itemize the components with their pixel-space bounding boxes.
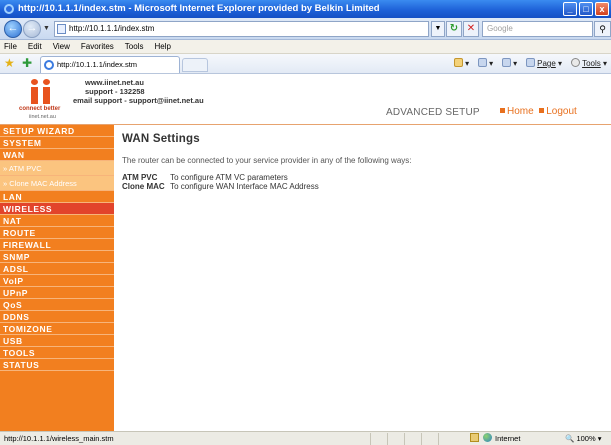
- contact-info: www.iinet.net.au support - 132258 email …: [73, 78, 204, 105]
- logo-tagline: connect better: [19, 106, 61, 112]
- sidebar-item-wireless[interactable]: WIRELESS: [0, 203, 114, 215]
- tab-index[interactable]: http://10.1.1.1/index.stm: [40, 56, 180, 73]
- sidebar-item-adsl[interactable]: ADSL: [0, 263, 114, 275]
- main-content: WAN Settings The router can be connected…: [114, 125, 611, 431]
- close-button[interactable]: x: [595, 2, 609, 16]
- feeds-icon: [478, 58, 488, 67]
- address-input[interactable]: http://10.1.1.1/index.stm: [54, 21, 429, 37]
- tools-menu[interactable]: Tools ▾: [571, 58, 607, 70]
- window-title-bar: http://10.1.1.1/index.stm - Microsoft In…: [0, 0, 611, 18]
- page-menu[interactable]: Page ▾: [526, 58, 562, 70]
- logout-link[interactable]: Logout: [546, 106, 577, 117]
- sidebar-item-nat[interactable]: NAT: [0, 215, 114, 227]
- sidebar-nav: SETUP WIZARD SYSTEM WAN » ATM PVC » Clon…: [0, 125, 114, 431]
- sidebar-item-tools[interactable]: TOOLS: [0, 347, 114, 359]
- tab-bar: ★ ✚ http://10.1.1.1/index.stm ▾ ▾ ▾ Page…: [0, 54, 611, 74]
- sidebar-item-clone-mac[interactable]: » Clone MAC Address: [0, 176, 114, 191]
- sidebar-item-qos[interactable]: QoS: [0, 299, 114, 311]
- bullet-icon: [539, 108, 545, 113]
- sidebar-item-system[interactable]: SYSTEM: [0, 137, 114, 149]
- option-row: Clone MAC To configure WAN Interface MAC…: [122, 182, 319, 191]
- page-title: WAN Settings: [122, 133, 200, 145]
- zone-label: Internet: [495, 434, 521, 443]
- sidebar-item-status[interactable]: STATUS: [0, 359, 114, 371]
- home-icon: [454, 58, 464, 67]
- logo-url: iinet.net.au: [29, 114, 56, 120]
- sidebar-item-snmp[interactable]: SNMP: [0, 251, 114, 263]
- menu-bar: File Edit View Favorites Tools Help: [0, 40, 611, 54]
- status-panels: [370, 433, 455, 445]
- top-links: Home Logout: [500, 106, 577, 117]
- sidebar-item-route[interactable]: ROUTE: [0, 227, 114, 239]
- sidebar-item-tomizone[interactable]: TOMIZONE: [0, 323, 114, 335]
- option-key[interactable]: ATM PVC: [122, 173, 168, 182]
- add-favorite-icon[interactable]: ✚: [22, 57, 32, 69]
- window-controls: _ □ x: [563, 2, 609, 16]
- sidebar-item-usb[interactable]: USB: [0, 335, 114, 347]
- intro-text: The router can be connected to your serv…: [122, 156, 412, 165]
- address-url: http://10.1.1.1/index.stm: [69, 24, 155, 33]
- contact-email: email support - support@iinet.net.au: [73, 96, 204, 105]
- status-url: http://10.1.1.1/wireless_main.stm: [4, 434, 114, 443]
- menu-favorites[interactable]: Favorites: [81, 40, 114, 53]
- home-command[interactable]: ▾: [454, 58, 469, 70]
- status-bar: http://10.1.1.1/wireless_main.stm Intern…: [0, 431, 611, 445]
- address-toolbar: ← → ▼ http://10.1.1.1/index.stm ▼ ↻ ✕ Go…: [0, 18, 611, 40]
- address-dropdown-icon[interactable]: ▼: [431, 21, 445, 37]
- menu-view[interactable]: View: [53, 40, 70, 53]
- window-title: http://10.1.1.1/index.stm - Microsoft In…: [18, 3, 380, 14]
- stop-button[interactable]: ✕: [463, 21, 479, 37]
- gear-icon: [571, 58, 581, 67]
- option-row: ATM PVC To configure ATM VC parameters: [122, 173, 288, 182]
- search-input[interactable]: Google: [482, 21, 593, 37]
- print-icon: [502, 58, 512, 67]
- page-icon: [57, 24, 66, 34]
- command-bar: ▾ ▾ ▾ Page ▾ Tools ▾: [454, 58, 607, 70]
- history-dropdown-icon[interactable]: ▼: [43, 25, 50, 32]
- ie-logo-icon: [4, 4, 14, 14]
- section-title: ADVANCED SETUP: [386, 107, 480, 118]
- option-key[interactable]: Clone MAC: [122, 182, 168, 191]
- maximize-button[interactable]: □: [579, 2, 593, 16]
- sidebar-item-upnp[interactable]: UPnP: [0, 287, 114, 299]
- sidebar-item-setup-wizard[interactable]: SETUP WIZARD: [0, 125, 114, 137]
- new-tab-button[interactable]: [182, 58, 208, 72]
- home-link[interactable]: Home: [507, 106, 534, 117]
- menu-tools[interactable]: Tools: [125, 40, 144, 53]
- forward-button[interactable]: →: [23, 20, 41, 38]
- bullet-icon: [500, 108, 505, 113]
- menu-help[interactable]: Help: [154, 40, 170, 53]
- option-description: To configure WAN Interface MAC Address: [170, 182, 319, 191]
- sidebar-item-atm-pvc[interactable]: » ATM PVC: [0, 161, 114, 176]
- sidebar-item-lan[interactable]: LAN: [0, 191, 114, 203]
- page-menu-icon: [526, 58, 536, 67]
- sidebar-item-wan[interactable]: WAN: [0, 149, 114, 161]
- menu-edit[interactable]: Edit: [28, 40, 42, 53]
- contact-website: www.iinet.net.au: [85, 78, 144, 87]
- zoom-level[interactable]: 🔍 100% ▾: [565, 432, 601, 445]
- sidebar-item-firewall[interactable]: FIREWALL: [0, 239, 114, 251]
- globe-icon: [483, 433, 492, 442]
- zoom-value: 100%: [576, 434, 596, 443]
- security-zone[interactable]: Internet: [470, 432, 520, 445]
- minimize-button[interactable]: _: [563, 2, 577, 16]
- sidebar-item-voip[interactable]: VoIP: [0, 275, 114, 287]
- search-icon[interactable]: ⚲: [594, 21, 611, 37]
- ie-page-icon: [44, 60, 54, 70]
- back-button[interactable]: ←: [4, 20, 22, 38]
- contact-support: support - 132258: [85, 87, 145, 96]
- option-description: To configure ATM VC parameters: [170, 173, 288, 182]
- tab-label: http://10.1.1.1/index.stm: [57, 60, 138, 69]
- sidebar-item-ddns[interactable]: DDNS: [0, 311, 114, 323]
- iinet-logo[interactable]: [26, 78, 56, 104]
- refresh-button[interactable]: ↻: [446, 21, 462, 37]
- router-header: connect better iinet.net.au www.iinet.ne…: [0, 74, 611, 125]
- print-command[interactable]: ▾: [502, 58, 517, 70]
- protected-mode-icon: [470, 433, 479, 442]
- feeds-command[interactable]: ▾: [478, 58, 493, 70]
- menu-file[interactable]: File: [4, 40, 17, 53]
- favorites-star-icon[interactable]: ★: [4, 57, 15, 69]
